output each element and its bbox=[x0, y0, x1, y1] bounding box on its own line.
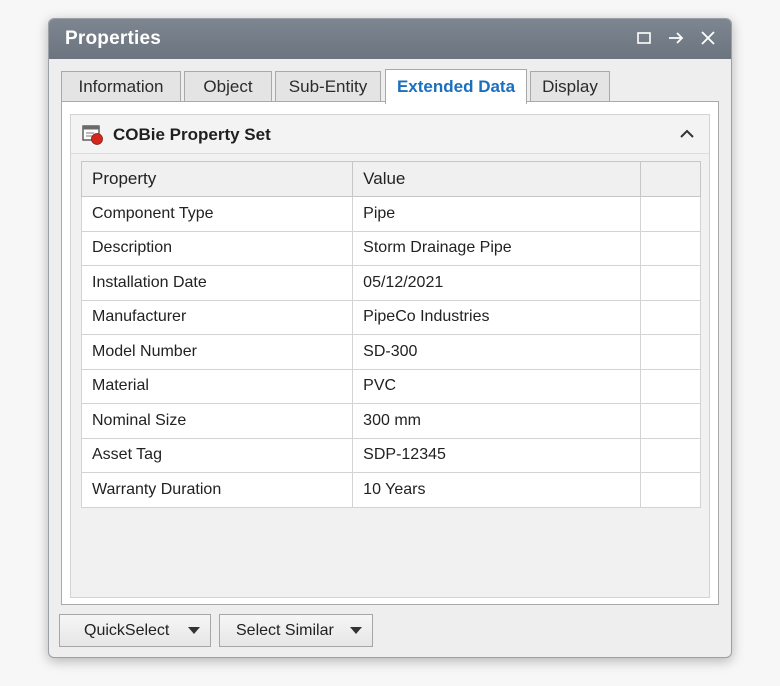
table-row[interactable]: Material PVC bbox=[80, 368, 701, 404]
property-value[interactable]: PVC bbox=[352, 368, 642, 404]
property-value[interactable]: SD-300 bbox=[352, 334, 642, 370]
tab-display[interactable]: Display bbox=[530, 71, 610, 101]
property-value[interactable]: Pipe bbox=[352, 196, 642, 232]
table-row[interactable]: Warranty Duration 10 Years bbox=[80, 472, 701, 508]
panel-titlebar[interactable]: Properties bbox=[49, 19, 731, 59]
tab-label: Display bbox=[542, 76, 598, 96]
property-set-icon bbox=[82, 124, 104, 146]
dropdown-caret-icon bbox=[188, 627, 200, 634]
property-value[interactable]: Storm Drainage Pipe bbox=[352, 230, 642, 266]
property-table: Property Value Component Type Pipe Descr… bbox=[80, 161, 701, 508]
row-extra-cell bbox=[640, 403, 701, 439]
row-extra-cell bbox=[640, 196, 701, 232]
select-similar-label: Select Similar bbox=[236, 622, 334, 639]
chevron-up-icon[interactable] bbox=[677, 124, 697, 144]
row-extra-cell bbox=[640, 334, 701, 370]
property-value[interactable]: 05/12/2021 bbox=[352, 265, 642, 301]
property-value[interactable]: PipeCo Industries bbox=[352, 299, 642, 335]
tab-extended-data[interactable]: Extended Data bbox=[385, 69, 527, 104]
table-row[interactable]: Description Storm Drainage Pipe bbox=[80, 230, 701, 266]
tab-label: Extended Data bbox=[396, 77, 516, 96]
tab-object[interactable]: Object bbox=[184, 71, 272, 101]
property-name: Installation Date bbox=[80, 265, 354, 301]
property-name: Manufacturer bbox=[80, 299, 354, 335]
properties-panel: Properties Information Object Sub-Entity… bbox=[48, 18, 732, 658]
table-row[interactable]: Component Type Pipe bbox=[80, 196, 701, 232]
window-controls bbox=[633, 27, 719, 49]
table-row[interactable]: Installation Date 05/12/2021 bbox=[80, 265, 701, 301]
property-name: Nominal Size bbox=[80, 403, 354, 439]
close-icon[interactable] bbox=[697, 27, 719, 49]
row-extra-cell bbox=[640, 265, 701, 301]
tab-label: Object bbox=[203, 76, 253, 96]
table-row[interactable]: Nominal Size 300 mm bbox=[80, 403, 701, 439]
quickselect-label: QuickSelect bbox=[84, 622, 170, 639]
select-similar-button[interactable]: Select Similar bbox=[219, 614, 373, 647]
table-row[interactable]: Model Number SD-300 bbox=[80, 334, 701, 370]
row-extra-cell bbox=[640, 472, 701, 508]
property-name: Warranty Duration bbox=[80, 472, 354, 508]
table-row[interactable]: Manufacturer PipeCo Industries bbox=[80, 299, 701, 335]
panel-title: Properties bbox=[65, 28, 161, 49]
property-value[interactable]: 300 mm bbox=[352, 403, 642, 439]
property-name: Description bbox=[80, 230, 354, 266]
row-extra-cell bbox=[640, 437, 701, 473]
property-name: Model Number bbox=[80, 334, 354, 370]
table-row[interactable]: Asset Tag SDP-12345 bbox=[80, 437, 701, 473]
row-extra-cell bbox=[640, 230, 701, 266]
property-value[interactable]: SDP-12345 bbox=[352, 437, 642, 473]
row-extra-cell bbox=[640, 368, 701, 404]
column-header-value[interactable]: Value bbox=[352, 161, 642, 197]
property-name: Asset Tag bbox=[80, 437, 354, 473]
restore-icon[interactable] bbox=[633, 27, 655, 49]
table-header-row: Property Value bbox=[80, 161, 701, 197]
property-value[interactable]: 10 Years bbox=[352, 472, 642, 508]
tab-information[interactable]: Information bbox=[61, 71, 181, 101]
property-name: Material bbox=[80, 368, 354, 404]
quickselect-button[interactable]: QuickSelect bbox=[59, 614, 211, 647]
tab-content: COBie Property Set Property Value Compon… bbox=[61, 101, 719, 605]
tab-label: Sub-Entity bbox=[288, 76, 368, 96]
section-header[interactable]: COBie Property Set bbox=[71, 115, 709, 154]
pin-arrow-icon[interactable] bbox=[665, 27, 687, 49]
property-name: Component Type bbox=[80, 196, 354, 232]
tab-label: Information bbox=[78, 76, 164, 96]
column-header-extra bbox=[640, 161, 701, 197]
panel-footer: QuickSelect Select Similar bbox=[49, 611, 731, 657]
dropdown-caret-icon bbox=[350, 627, 362, 634]
section-title: COBie Property Set bbox=[113, 125, 271, 144]
column-header-property[interactable]: Property bbox=[80, 161, 354, 197]
cobie-property-section: COBie Property Set Property Value Compon… bbox=[70, 114, 710, 598]
tab-sub-entity[interactable]: Sub-Entity bbox=[275, 71, 381, 101]
row-extra-cell bbox=[640, 299, 701, 335]
